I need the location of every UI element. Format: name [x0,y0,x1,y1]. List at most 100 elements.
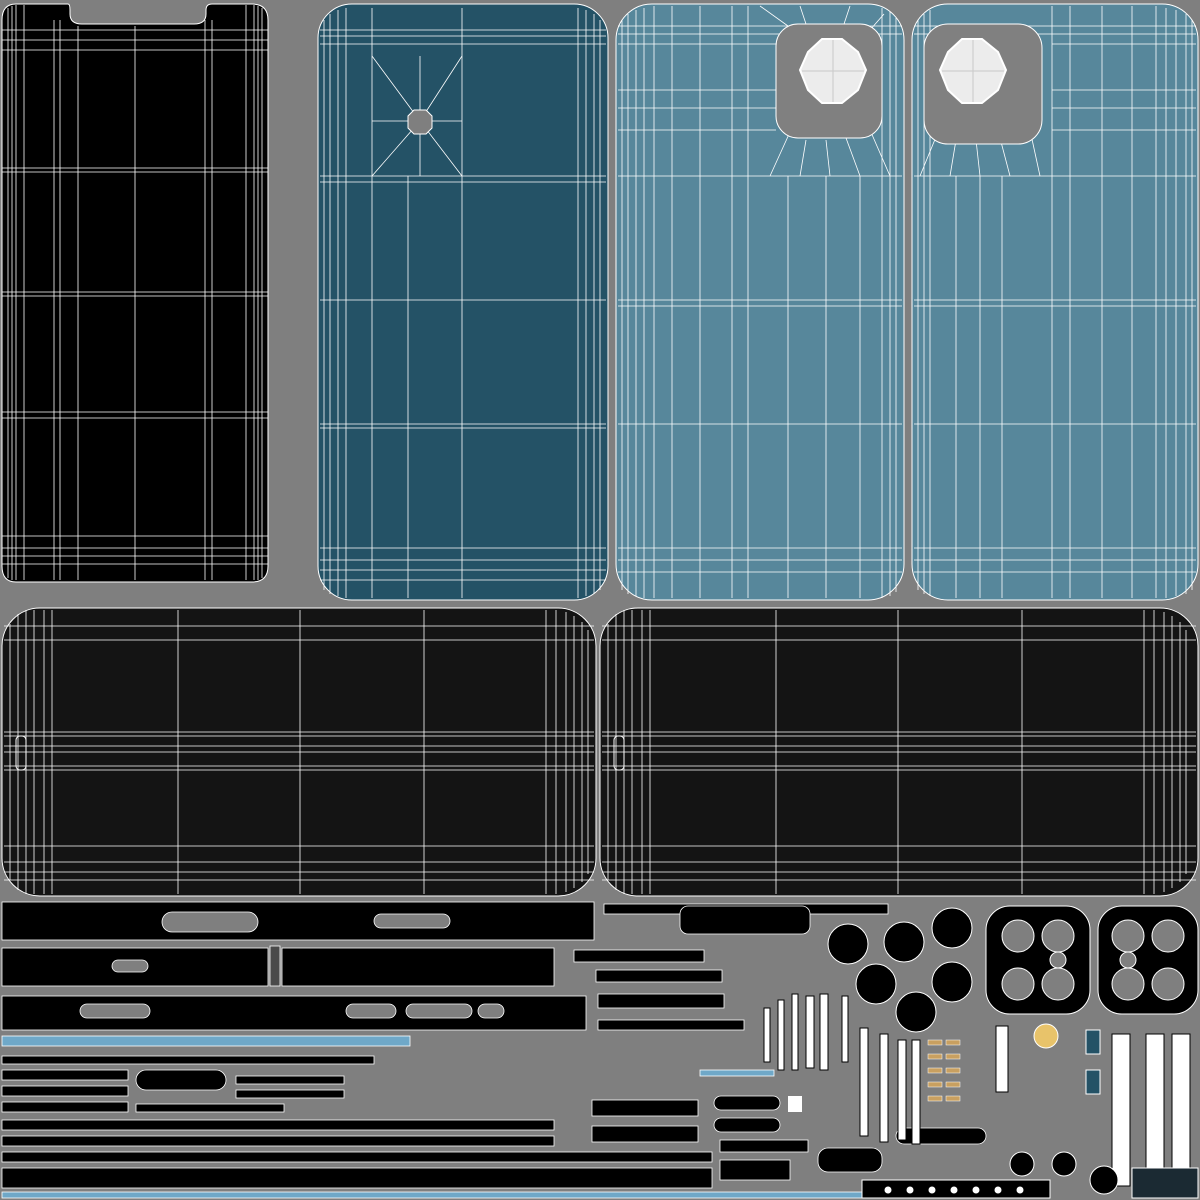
bar-m9 [713,1095,781,1111]
gold-contact-10 [945,1095,961,1102]
strip-8 [1,1135,555,1147]
uv-frame-left [1,607,597,897]
gold-contact-1 [927,1039,943,1046]
gold-contact-7 [927,1081,943,1088]
module-b-hole-2-icon [1151,919,1185,953]
module-b-hole-5-icon [1119,951,1137,969]
white-chip [788,1096,802,1112]
bar-m13 [699,1069,775,1077]
pin-9 [897,1039,907,1141]
lens-part-9-icon [1089,1165,1119,1195]
strip-2a-slot [111,959,149,973]
back-dark-shell [317,3,609,601]
flash-icon [1033,1023,1059,1049]
strip-1 [1,901,595,941]
lens-part-7-icon [1051,1151,1077,1177]
module-b-hole-3-icon [1111,967,1145,1001]
camera-module-part-a-shell [985,905,1091,1015]
strip-3-slot-d [477,1003,505,1019]
uv-screen-front [1,3,269,583]
gold-contact-4 [945,1053,961,1060]
bar-m11 [817,1147,883,1173]
module-a-hole-5-icon [1049,951,1067,969]
camera-module-part-a [985,905,1091,1015]
screw-hole-5-icon [971,1185,981,1195]
screw-hole-7-icon [1015,1185,1025,1195]
strip-1-slot-a [161,911,259,933]
strip-7 [1,1119,555,1131]
bar-m10 [713,1117,781,1133]
pin-6 [841,995,849,1063]
dark-panel [1131,1167,1199,1199]
strip-6e [235,1089,345,1099]
bar-m3 [597,993,725,1009]
lens-part-6-icon [895,991,937,1033]
module-a-hole-2-icon [1041,919,1075,953]
bar-m8 [719,1159,791,1181]
module-b-hole-1-icon [1111,919,1145,953]
lens-part-8-icon [1009,1151,1035,1177]
strip-4-accent [1,1035,411,1047]
bar-m7 [719,1139,809,1153]
pin-7 [859,1027,869,1137]
screw-hole-1-icon [883,1185,893,1195]
module-a-hole-4-icon [1041,967,1075,1001]
uv-back-light-a [615,3,905,601]
pin-10 [911,1039,921,1145]
bar-m6 [591,1125,699,1143]
pin-3 [791,993,799,1071]
pin-14 [1171,1033,1191,1187]
gold-contact-2 [945,1039,961,1046]
strip-2b [281,947,555,987]
pin-12 [1111,1033,1131,1187]
bar-m4 [597,1019,745,1031]
strip-5 [1,1055,375,1065]
lens-part-3-icon [931,907,973,949]
lens-part-2-icon [883,921,925,963]
back-camera-hole-icon [407,109,433,135]
module-a-hole-1-icon [1001,919,1035,953]
lens-part-5-icon [931,961,973,1003]
gold-contact-3 [927,1053,943,1060]
pin-1 [763,1007,771,1063]
strip-6c [1,1101,129,1113]
pin-4 [805,995,815,1069]
strip-6d [235,1075,345,1085]
strip-9 [1,1151,713,1163]
module-b-hole-4-icon [1151,967,1185,1001]
pin-2 [777,999,785,1071]
lens-part-1-icon [827,923,869,965]
gold-contact-8 [945,1081,961,1088]
camera-module-part-b-shell [1097,905,1199,1015]
strip-3-slot-b [345,1003,397,1019]
screw-hole-2-icon [905,1185,915,1195]
uv-back-light-b [911,3,1199,601]
strip-2-divider [269,945,281,987]
bar-m5 [591,1099,699,1117]
pin-11 [995,1025,1009,1093]
strip-6f [135,1103,285,1113]
connector-a [1085,1029,1101,1055]
screw-hole-4-icon [949,1185,959,1195]
uv-back-dark [317,3,609,601]
bar-m1 [573,949,705,963]
screw-hole-3-icon [927,1185,937,1195]
gold-contact-6 [945,1067,961,1074]
module-a-hole-3-icon [1001,967,1035,1001]
strip-6b [1,1085,129,1097]
gold-contact-5 [927,1067,943,1074]
strip-6-capsule [135,1069,227,1091]
strip-1-slot-b [373,913,451,929]
bar-top-2 [679,905,811,935]
pin-13 [1145,1033,1165,1187]
strip-11-accent [1,1191,863,1199]
gold-contact-9 [927,1095,943,1102]
screw-hole-6-icon [993,1185,1003,1195]
uv-texture-atlas [0,0,1200,1200]
camera-module-part-b [1097,905,1199,1015]
strip-3-slot-c [405,1003,473,1019]
bar-m12 [895,1127,987,1145]
uv-frame-right [599,607,1199,897]
strip-6a [1,1069,129,1081]
lens-part-4-icon [855,963,897,1005]
